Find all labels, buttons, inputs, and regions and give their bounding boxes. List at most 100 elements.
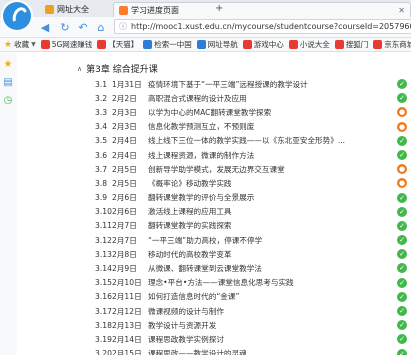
- lesson-row[interactable]: 3.4 2月3日 信息化教学预测互立，不预则废 ●: [95, 120, 407, 134]
- lesson-date: 2月4日: [112, 150, 137, 160]
- lesson-row[interactable]: 3.12 2月7日 “一平三端”助力高校，停课不停学 ✓: [95, 233, 407, 247]
- lesson-title[interactable]: 《概率论》移动教学实践: [148, 178, 232, 189]
- lesson-row[interactable]: 3.1 1月31日 疫情环境下基于“一平三端”远程授课的教学设计 ✓: [95, 77, 407, 91]
- completed-check-icon: ✓: [397, 149, 407, 160]
- folder-icon: [45, 5, 54, 14]
- lesson-title[interactable]: 线上线下三位一体的教学实践——以《东北亚安全形势》...: [148, 135, 345, 146]
- lesson-title[interactable]: 课程思政——教学设计的灵魂: [148, 348, 247, 355]
- lesson-date: 1月31日: [112, 79, 142, 89]
- lesson-row[interactable]: 3.11 2月7日 翻转课堂教学的实践探索 ✓: [95, 219, 407, 233]
- close-tab-icon[interactable]: ✕: [398, 6, 405, 15]
- back-icon[interactable]: ◀: [38, 20, 52, 34]
- lesson-number: 3.8: [95, 178, 108, 188]
- lesson-number: 3.12: [95, 235, 112, 245]
- lesson-title[interactable]: 微课视频的设计与制作: [148, 306, 224, 317]
- completed-check-icon: ✓: [397, 291, 407, 302]
- lesson-row[interactable]: 3.17 2月12日 微课视频的设计与制作 ✓: [95, 304, 407, 318]
- bookmark-item[interactable]: 搜狐门: [334, 39, 368, 50]
- url-text: http://mooc1.xust.edu.cn/mycourse/studen…: [131, 22, 411, 31]
- lesson-row[interactable]: 3.19 2月14日 课程思政教学实例探讨 ✓: [95, 332, 407, 346]
- lesson-number: 3.17: [95, 306, 112, 316]
- star-icon[interactable]: ★: [3, 59, 13, 70]
- lesson-date: 2月10日: [112, 278, 142, 288]
- bookmark-item[interactable]: 游戏中心: [242, 39, 284, 50]
- lesson-date: 2月12日: [112, 306, 142, 316]
- bookmark-item[interactable]: 小说大全: [288, 39, 330, 50]
- bookmark-icon: [334, 40, 344, 49]
- lesson-number: 3.1: [95, 79, 108, 89]
- bookmark-favorites[interactable]: ★ 收藏 ▼: [4, 39, 36, 50]
- lesson-title[interactable]: 从微课、翻转课堂到云课堂教学法: [148, 263, 262, 274]
- bookmarks-bar: ★ 收藏 ▼ 5G网速赚钱 【天猫】 检索一中国 网址导航 游戏中心 小说大全 搜狐…: [0, 38, 411, 52]
- lesson-title[interactable]: 疫情环境下基于“一平三端”远程授课的教学设计: [148, 79, 308, 90]
- undo-icon[interactable]: ↶: [76, 20, 90, 34]
- lesson-number: 3.4: [95, 122, 108, 132]
- lesson-row[interactable]: 3.16 2月11日 如何打造信息时代的“金课” ✓: [95, 290, 407, 304]
- lesson-title[interactable]: 教学设计与资源开发: [148, 320, 216, 331]
- chapter-header[interactable]: ∧ 第3章 综合提升课: [77, 62, 158, 76]
- lesson-title[interactable]: 高职混合式课程的设计及应用: [148, 93, 247, 104]
- star-icon: ★: [4, 39, 13, 50]
- completed-check-icon: ✓: [397, 79, 407, 89]
- completed-check-icon: ✓: [397, 192, 407, 203]
- lesson-title[interactable]: 线上课程资源，微课的制作方法: [148, 150, 254, 161]
- history-icon[interactable]: ◷: [3, 95, 13, 106]
- lesson-row[interactable]: 3.18 2月13日 教学设计与资源开发 ✓: [95, 318, 407, 332]
- bookmark-item[interactable]: 检索一中国: [143, 39, 192, 50]
- lesson-row[interactable]: 3.3 2月3日 以学为中心的MAC翻转课堂教学探索 ●: [95, 105, 407, 119]
- lesson-title[interactable]: “一平三端”助力高校，停课不停学: [148, 235, 262, 246]
- lesson-date: 2月5日: [112, 164, 137, 174]
- lesson-title[interactable]: 移动时代的高校教学变革: [148, 249, 232, 260]
- lesson-row[interactable]: 3.7 2月5日 创新导学助学模式，发展无边界交互课堂 ●: [95, 162, 407, 176]
- lesson-date: 2月15日: [112, 349, 142, 355]
- lesson-row[interactable]: 3.9 2月6日 翻转课堂教学的评价与全景展示 ✓: [95, 191, 407, 205]
- list-icon[interactable]: ▤: [3, 77, 13, 88]
- lesson-title[interactable]: 激活线上课程的应用工具: [148, 206, 232, 217]
- lesson-date: 2月5日: [112, 178, 137, 188]
- lesson-title[interactable]: 翻转课堂教学的评价与全景展示: [148, 192, 254, 203]
- bookmark-item[interactable]: 网址导航: [196, 39, 238, 50]
- lesson-title[interactable]: 课程思政教学实例探讨: [148, 334, 224, 345]
- lesson-row[interactable]: 3.6 2月4日 线上课程资源，微课的制作方法 ✓: [95, 148, 407, 162]
- lesson-number: 3.10: [95, 207, 112, 217]
- lesson-number: 3.16: [95, 292, 112, 302]
- lesson-title[interactable]: 翻转课堂教学的实践探索: [148, 220, 232, 231]
- lesson-row[interactable]: 3.10 2月6日 激活线上课程的应用工具 ✓: [95, 205, 407, 219]
- security-icon: ⓘ: [119, 22, 127, 31]
- home-icon[interactable]: ⌂: [94, 20, 108, 34]
- lesson-row[interactable]: 3.20 2月15日 课程思政——教学设计的灵魂 ✓: [95, 347, 407, 355]
- bookmark-icon: [143, 40, 153, 49]
- lesson-row[interactable]: 3.8 2月5日 《概率论》移动教学实践 ●: [95, 176, 407, 190]
- lesson-row[interactable]: 3.13 2月8日 移动时代的高校教学变革 ✓: [95, 247, 407, 261]
- refresh-icon[interactable]: ↻: [58, 20, 72, 34]
- lesson-row[interactable]: 3.5 2月4日 线上线下三位一体的教学实践——以《东北亚安全形势》... ✓: [95, 134, 407, 148]
- tab-nav-home[interactable]: 网址大全: [40, 2, 112, 17]
- lesson-number: 3.6: [95, 150, 108, 160]
- lesson-date: 2月8日: [112, 249, 137, 259]
- completed-check-icon: ✓: [397, 135, 407, 146]
- lesson-title[interactable]: 如何打造信息时代的“金课”: [148, 291, 239, 302]
- completed-check-icon: ✓: [397, 334, 407, 345]
- lesson-date: 2月11日: [112, 292, 142, 302]
- bookmark-item[interactable]: 京东商城: [373, 39, 411, 50]
- lesson-row[interactable]: 3.2 2月2日 高职混合式课程的设计及应用 ✓: [95, 91, 407, 105]
- bookmark-item[interactable]: 5G网速赚钱: [40, 39, 92, 50]
- lesson-title[interactable]: 以学为中心的MAC翻转课堂教学探索: [148, 107, 271, 118]
- lesson-title[interactable]: 理念•平台•方法——课堂信息化思考与实践: [148, 277, 294, 288]
- lesson-date: 2月4日: [112, 136, 137, 146]
- pending-task-icon: ●: [397, 107, 407, 118]
- address-bar[interactable]: ⓘ http://mooc1.xust.edu.cn/mycourse/stud…: [114, 19, 411, 34]
- lesson-title[interactable]: 信息化教学预测互立，不预则废: [148, 121, 254, 132]
- bookmark-icon: [97, 40, 107, 49]
- tab-study-progress[interactable]: 学习进度页面 ✕: [113, 2, 411, 17]
- lesson-title[interactable]: 创新导学助学模式，发展无边界交互课堂: [148, 164, 285, 175]
- completed-check-icon: ✓: [397, 220, 407, 231]
- bookmark-item[interactable]: 【天猫】: [97, 39, 138, 50]
- lesson-number: 3.9: [95, 193, 108, 203]
- new-tab-icon[interactable]: +: [215, 3, 223, 14]
- lesson-row[interactable]: 3.15 2月10日 理念•平台•方法——课堂信息化思考与实践 ✓: [95, 276, 407, 290]
- lesson-row[interactable]: 3.14 2月9日 从微课、翻转课堂到云课堂教学法 ✓: [95, 261, 407, 275]
- browser-logo-icon[interactable]: [3, 2, 31, 30]
- completed-check-icon: ✓: [397, 263, 407, 274]
- lesson-number: 3.11: [95, 221, 112, 231]
